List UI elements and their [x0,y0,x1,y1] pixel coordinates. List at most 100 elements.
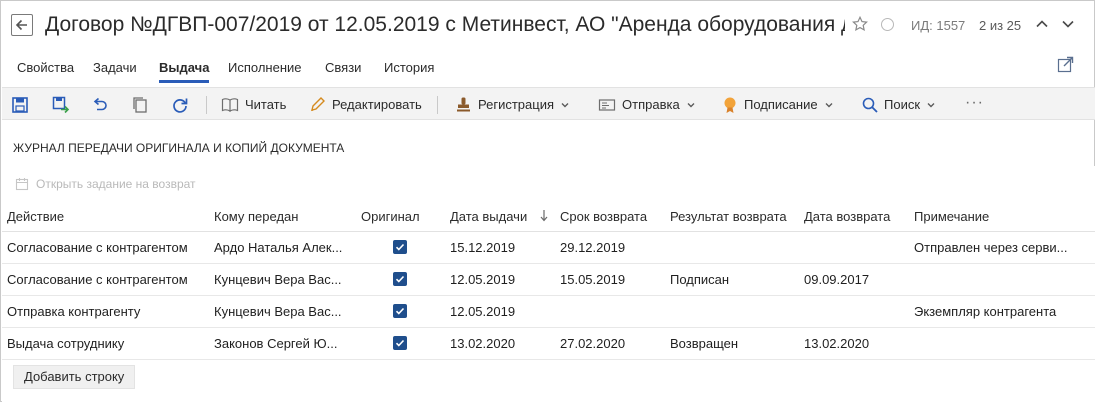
checkmark-icon [395,339,405,347]
tab-execution[interactable]: Исполнение [228,53,302,83]
chevron-down-icon [687,102,695,107]
cell-result [670,296,795,327]
more-options-button[interactable]: ··· [965,94,984,112]
table-row[interactable]: Согласование с контрагентом Ардо Наталья… [2,232,1095,264]
column-header-recipient[interactable]: Кому передан [214,201,298,232]
chevron-down-icon [561,102,569,107]
cell-recipient: Кунцевич Вера Вас... [214,304,342,319]
original-checkbox[interactable] [393,272,407,286]
edit-button[interactable]: Редактировать [309,88,422,121]
send-label: Отправка [622,97,680,112]
cell-due-date: 29.12.2019 [560,240,626,255]
read-button[interactable]: Читать [221,88,286,121]
search-label: Поиск [884,97,921,112]
column-header-return-date[interactable]: Дата возврата [804,201,890,232]
column-header-original[interactable]: Оригинал [361,201,420,232]
original-checkbox[interactable] [393,240,407,254]
cell-issue-date: 12.05.2019 [450,304,516,319]
open-return-task-label: Открыть задание на возврат [36,177,196,191]
cell-return-date: 13.02.2020 [804,336,870,351]
search-icon [862,97,878,113]
seal-icon [724,97,736,113]
cell-note [914,264,1089,295]
tab-tasks[interactable]: Задачи [93,53,137,83]
cell-result: Подписан [670,272,730,287]
cell-recipient: Законов Сергей Ю... [214,336,338,351]
open-return-task-button[interactable]: Открыть задание на возврат [15,177,196,191]
column-header-due-date[interactable]: Срок возврата [560,201,647,232]
checkmark-icon [395,307,405,315]
open-in-new-window-icon[interactable] [1057,56,1074,73]
arrow-left-icon [15,19,27,31]
tab-history[interactable]: История [384,53,434,83]
column-header-action[interactable]: Действие [7,201,64,232]
cell-due-date: 15.05.2019 [560,272,626,287]
status-circle-icon [881,18,894,31]
signing-button[interactable]: Подписание [722,88,834,121]
cell-return-date: 09.09.2017 [804,272,870,287]
document-card: Договор №ДГВП-007/2019 от 12.05.2019 с М… [0,0,1095,402]
cell-result: Возвращен [670,336,739,351]
copy-icon[interactable] [131,96,149,114]
refresh-icon[interactable] [171,96,189,114]
checkmark-icon [395,243,405,251]
table-header: Действие Кому передан Оригинал Дата выда… [2,201,1095,232]
chevron-down-icon [825,102,833,107]
chevron-up-icon[interactable] [1035,17,1049,31]
tab-properties[interactable]: Свойства [17,53,74,83]
page-title: Договор №ДГВП-007/2019 от 12.05.2019 с М… [45,13,845,36]
cell-action: Согласование с контрагентом [7,240,188,255]
pencil-icon [311,97,325,112]
read-label: Читать [245,97,287,112]
table-row[interactable]: Выдача сотруднику Законов Сергей Ю... 13… [2,328,1095,360]
stamp-icon [457,97,470,112]
send-button[interactable]: Отправка [598,88,696,121]
add-row-button[interactable]: Добавить строку [13,365,136,389]
toolbar-divider [206,96,207,114]
book-icon [221,97,239,112]
original-checkbox[interactable] [393,304,407,318]
title-bar: Договор №ДГВП-007/2019 от 12.05.2019 с М… [1,1,1094,49]
search-button[interactable]: Поиск [862,88,936,121]
cell-recipient: Ардо Наталья Алек... [214,240,343,255]
chevron-down-icon[interactable] [1061,17,1075,31]
column-header-note[interactable]: Примечание [914,201,989,232]
original-checkbox[interactable] [393,336,407,350]
column-header-issue-date[interactable]: Дата выдачи [450,201,527,232]
back-button[interactable] [11,14,33,36]
cell-action: Выдача сотруднику [7,336,125,351]
cell-issue-date: 13.02.2020 [450,336,516,351]
cell-note: Отправлен через серви... [914,240,1068,255]
cell-return-date [804,296,904,327]
cell-due-date: 27.02.2020 [560,336,626,351]
cell-action: Согласование с контрагентом [7,272,188,287]
cell-return-date [804,232,904,263]
cell-issue-date: 12.05.2019 [450,272,516,287]
section-title: ЖУРНАЛ ПЕРЕДАЧИ ОРИГИНАЛА И КОПИЙ ДОКУМЕ… [13,141,345,155]
record-counter: 2 из 25 [979,18,1022,33]
table-row[interactable]: Согласование с контрагентом Кунцевич Вер… [2,264,1095,296]
save-icon[interactable] [11,96,29,114]
mail-icon [598,98,616,111]
checkmark-icon [395,275,405,283]
sort-descending-icon[interactable] [539,209,549,222]
tab-links[interactable]: Связи [325,53,361,83]
cell-result [670,232,795,263]
undo-icon[interactable] [91,96,109,114]
table-row[interactable]: Отправка контрагенту Кунцевич Вера Вас..… [2,296,1095,328]
toolbar: Читать Редактировать Регистрация Отправк… [2,87,1095,120]
cell-action: Отправка контрагенту [7,304,141,319]
cell-issue-date: 15.12.2019 [450,240,516,255]
save-and-close-icon[interactable] [52,96,70,114]
column-header-result[interactable]: Результат возврата [670,201,787,232]
star-icon[interactable] [852,16,868,32]
document-id: ИД: 1557 [911,18,966,33]
tab-issue[interactable]: Выдача [159,53,210,83]
cell-note: Экземпляр контрагента [914,304,1057,319]
registration-button[interactable]: Регистрация [455,88,570,121]
cell-due-date [560,296,660,327]
signing-label: Подписание [744,97,818,112]
cell-recipient: Кунцевич Вера Вас... [214,272,342,287]
chevron-down-icon [927,102,935,107]
toolbar-divider [437,96,438,114]
